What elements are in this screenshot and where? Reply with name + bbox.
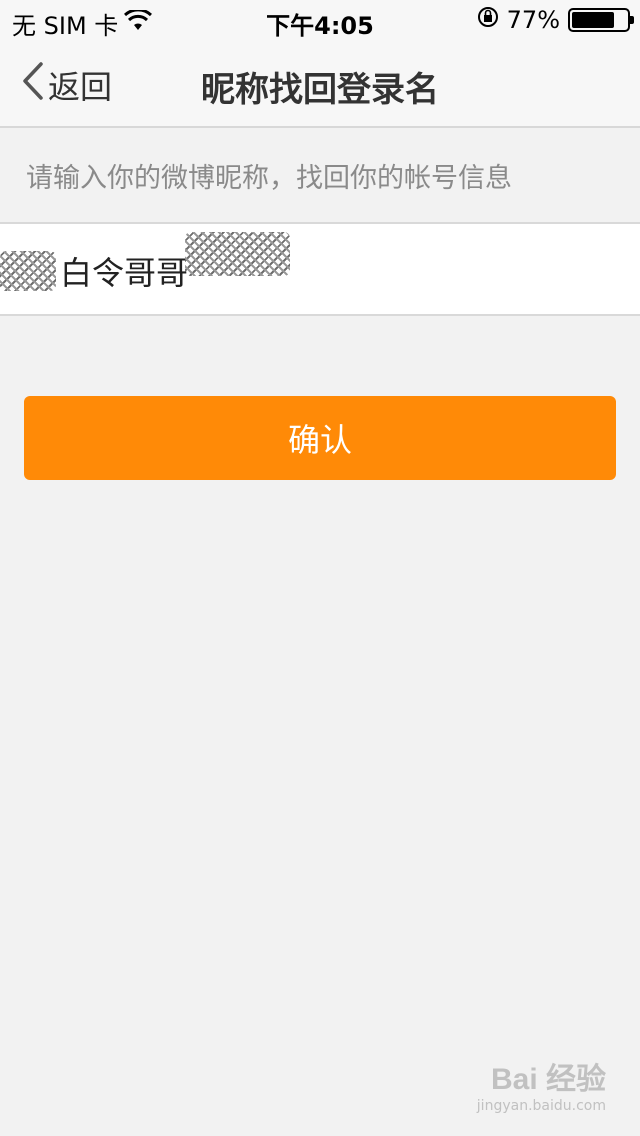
watermark: Bai 经验 jingyan.baidu.com [477,1054,606,1114]
status-bar: 无 SIM 卡 下午4:05 77% [0,0,640,40]
nickname-value: 白令哥哥 [60,254,189,292]
battery-icon [568,8,634,32]
orientation-lock-icon [477,6,499,34]
page-title: 昵称找回登录名 [201,70,439,110]
status-right: 77% [477,6,634,34]
instruction-text: 请输入你的微博昵称，找回你的帐号信息 [26,163,512,194]
navigation-bar: 返回 昵称找回登录名 [0,40,640,128]
watermark-logo: Bai 经验 [490,1063,606,1096]
confirm-label: 确认 [287,421,352,459]
nickname-input[interactable]: 白令哥哥 [0,222,640,316]
watermark-url: jingyan.baidu.com [476,1098,606,1114]
battery-percent: 77% [506,6,560,34]
redaction-scribble [0,251,56,291]
battery-level-fill [572,12,614,28]
redaction-scribble [185,232,290,276]
confirm-button[interactable]: 确认 [24,396,616,480]
nickname-field[interactable]: 白令哥哥 [0,248,188,294]
screen: 无 SIM 卡 下午4:05 77% 返回 昵称找回登录名 请输入你的微博昵称，… [0,0,640,1136]
